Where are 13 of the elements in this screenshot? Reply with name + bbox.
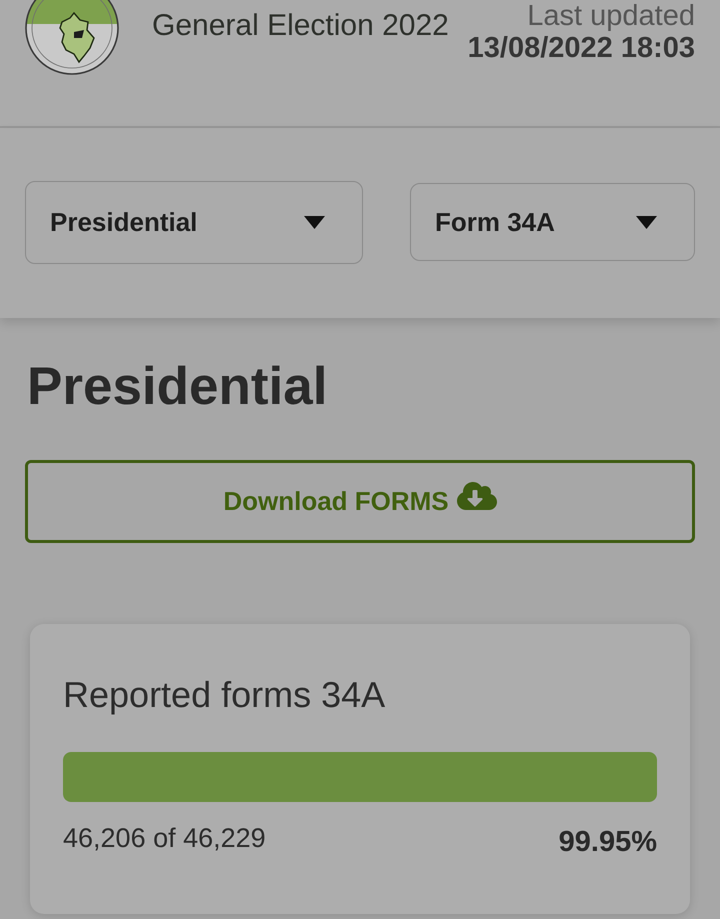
caret-icon [636,216,657,228]
reported-count: 46,206 of 46,229 [63,822,266,854]
logo-icon [24,0,120,77]
caret-icon [304,216,325,229]
card-title: Reported forms 34A [63,674,386,716]
page-heading: Presidential [27,356,328,418]
dropdown[interactable]: Presidential [25,181,363,264]
reported-percent: 99.95% [558,826,657,858]
dropdown[interactable]: Form 34A [410,183,695,261]
last-updated-time: 13/08/2022 18:03 [468,32,695,64]
cloud-download-icon [456,480,497,512]
election-title: General Election 2022 [152,9,449,43]
last-updated-label: Last updated [527,0,695,32]
